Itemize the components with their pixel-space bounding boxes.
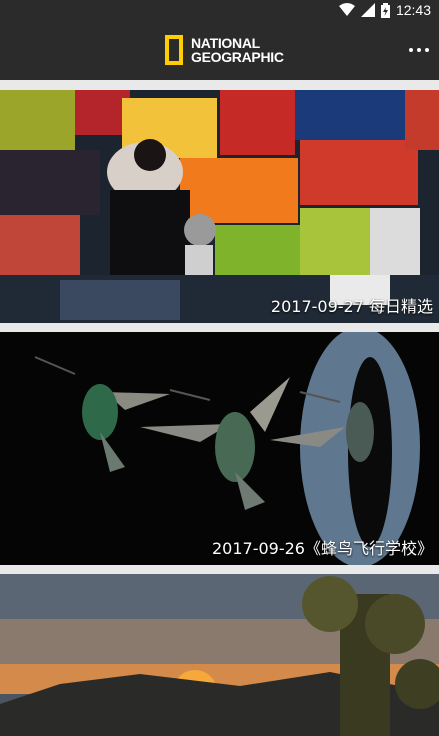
status-icons: 12:43 [338,0,431,20]
logo-text: NATIONAL GEOGRAPHIC [191,36,284,64]
yellow-frame-icon [165,35,183,65]
national-geographic-logo: NATIONAL GEOGRAPHIC [165,32,305,68]
battery-icon [380,2,390,18]
status-bar: 12:43 [0,0,439,20]
photo-card-2[interactable]: 2017-09-26《蜂鸟飞行学校》 [0,332,439,565]
more-vert-icon[interactable] [405,40,433,60]
desert-sunset-photo [0,574,439,736]
signal-icon [360,3,375,17]
photo-card-3[interactable] [0,574,439,736]
card-caption: 2017-09-26《蜂鸟飞行学校》 [212,539,433,558]
toolbar: NATIONAL GEOGRAPHIC [0,20,439,80]
status-time: 12:43 [395,2,431,18]
logo-line-1: NATIONAL [191,35,260,51]
photo-card-1[interactable]: 2017-09-27 每日精选 [0,90,439,323]
hummingbirds-photo [0,332,439,565]
logo-line-2: GEOGRAPHIC [191,49,284,65]
fruit-market-photo [0,90,439,323]
wifi-icon [338,3,355,16]
card-caption: 2017-09-27 每日精选 [270,297,433,316]
